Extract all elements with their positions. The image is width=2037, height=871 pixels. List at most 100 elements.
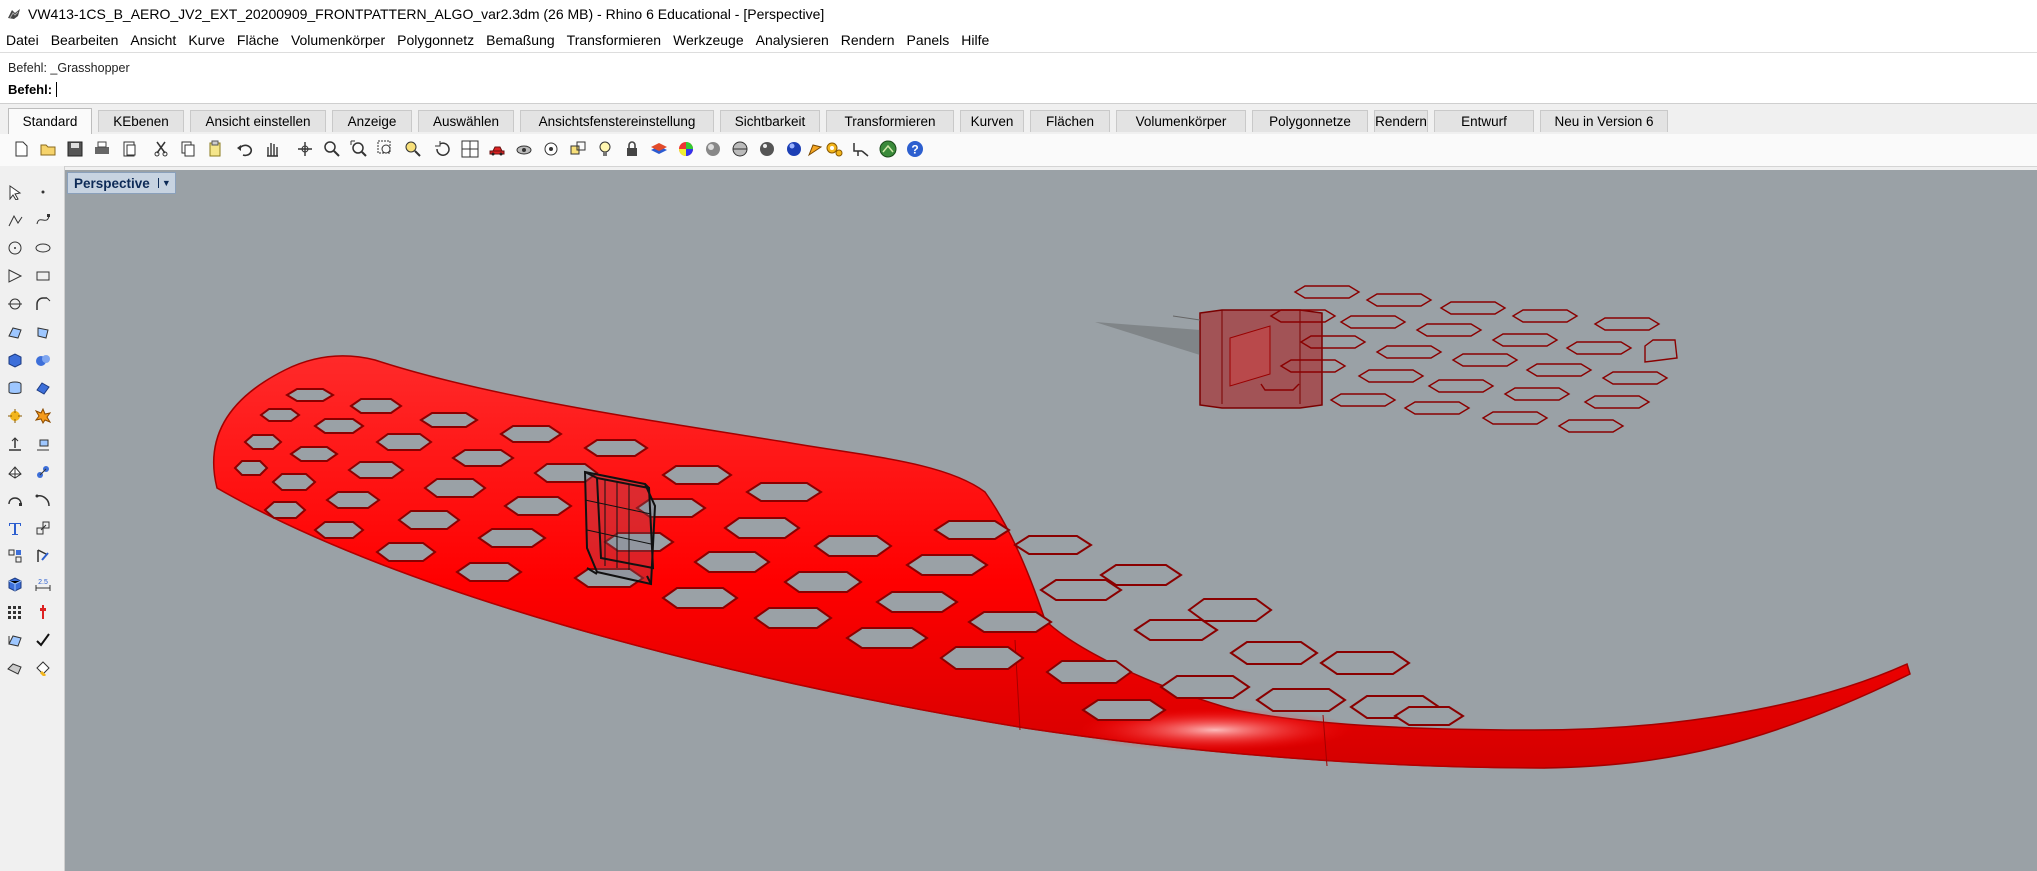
render-ball-icon[interactable]: [756, 138, 778, 160]
gumball-icon[interactable]: [32, 545, 54, 567]
menu-item-bearbeiten[interactable]: Bearbeiten: [45, 32, 125, 48]
menu-item-volumenkoerper[interactable]: Volumenkörper: [285, 32, 391, 48]
align-icon[interactable]: [32, 433, 54, 455]
menu-item-bemassung[interactable]: Bemaßung: [480, 32, 560, 48]
menu-item-panels[interactable]: Panels: [900, 32, 955, 48]
join-icon[interactable]: [850, 138, 872, 160]
menu-item-flaeche[interactable]: Fläche: [231, 32, 285, 48]
tab-entwurf[interactable]: Entwurf: [1434, 110, 1534, 132]
paint-icon[interactable]: [32, 657, 54, 679]
menu-item-datei[interactable]: Datei: [0, 32, 45, 48]
menu-item-ansicht[interactable]: Ansicht: [124, 32, 182, 48]
cplane-icon[interactable]: [32, 601, 54, 623]
tab-rendern[interactable]: Rendern: [1374, 110, 1428, 132]
tab-kurven[interactable]: Kurven: [960, 110, 1024, 132]
zoom-selected-icon[interactable]: [402, 138, 424, 160]
light-bulb-icon[interactable]: [594, 138, 616, 160]
tab-kebenen[interactable]: KEbenen: [98, 110, 184, 132]
pan-hand-icon[interactable]: [261, 138, 283, 160]
ellipse-icon[interactable]: [32, 237, 54, 259]
perspective-viewport[interactable]: Perspective ▼: [65, 170, 2037, 871]
render-shaded-icon[interactable]: [702, 138, 724, 160]
group-icon[interactable]: [4, 545, 26, 567]
save-icon[interactable]: [64, 138, 86, 160]
menu-item-rendern[interactable]: Rendern: [835, 32, 901, 48]
copy-icon[interactable]: [177, 138, 199, 160]
rectangle-icon[interactable]: [32, 265, 54, 287]
viewport-title-tab[interactable]: Perspective ▼: [67, 172, 176, 194]
block-icon[interactable]: [4, 573, 26, 595]
check-icon[interactable]: [32, 629, 54, 651]
new-file-icon[interactable]: [10, 138, 32, 160]
rotate-view-icon[interactable]: [294, 138, 316, 160]
point-icon[interactable]: [32, 181, 54, 203]
mesh-edit-icon[interactable]: [32, 461, 54, 483]
explode-icon[interactable]: [32, 405, 54, 427]
menu-item-werkzeuge[interactable]: Werkzeuge: [667, 32, 750, 48]
menu-item-polygonnetz[interactable]: Polygonnetz: [391, 32, 480, 48]
extrude-icon[interactable]: [4, 377, 26, 399]
rotate-icon[interactable]: [432, 138, 454, 160]
tab-auswaehlen[interactable]: Auswählen: [418, 110, 514, 132]
copy-to-clipboard-icon[interactable]: [118, 138, 140, 160]
render-sphere-icon[interactable]: [729, 138, 751, 160]
select-icon[interactable]: [4, 181, 26, 203]
render-blue-sphere-icon[interactable]: [783, 138, 805, 160]
car-icon[interactable]: [486, 138, 508, 160]
open-folder-icon[interactable]: [37, 138, 59, 160]
circle-icon[interactable]: [4, 237, 26, 259]
tab-standard[interactable]: Standard: [8, 108, 92, 134]
named-view-icon[interactable]: [513, 138, 535, 160]
mesh-icon[interactable]: [4, 461, 26, 483]
surface-icon[interactable]: [4, 321, 26, 343]
blend-icon[interactable]: [4, 489, 26, 511]
array-icon[interactable]: [4, 601, 26, 623]
offset-icon[interactable]: [32, 293, 54, 315]
layer-icon[interactable]: [648, 138, 670, 160]
tab-neu-in-version-6[interactable]: Neu in Version 6: [1540, 110, 1668, 132]
color-wheel-icon[interactable]: [675, 138, 697, 160]
transform-icon[interactable]: [4, 405, 26, 427]
move-icon[interactable]: [4, 433, 26, 455]
analyze-icon[interactable]: [4, 629, 26, 651]
boolean-icon[interactable]: [32, 349, 54, 371]
viewport-menu-chevron-icon[interactable]: ▼: [157, 178, 171, 188]
undo-icon[interactable]: [234, 138, 256, 160]
command-input[interactable]: [59, 81, 1964, 98]
paste-icon[interactable]: [204, 138, 226, 160]
zoom-icon[interactable]: [321, 138, 343, 160]
four-viewports-icon[interactable]: [459, 138, 481, 160]
gears-icon[interactable]: [823, 138, 845, 160]
text-icon[interactable]: [4, 517, 26, 539]
loft-icon[interactable]: [32, 321, 54, 343]
lock-icon[interactable]: [621, 138, 643, 160]
tab-flaechen[interactable]: Flächen: [1030, 110, 1110, 132]
tab-volumenkoerper[interactable]: Volumenkörper: [1116, 110, 1246, 132]
properties-icon[interactable]: [540, 138, 562, 160]
dimension-icon[interactable]: 2.5: [32, 573, 54, 595]
menu-item-analysieren[interactable]: Analysieren: [750, 32, 835, 48]
render-icon[interactable]: [4, 657, 26, 679]
grasshopper-icon[interactable]: [877, 138, 899, 160]
cut-icon[interactable]: [150, 138, 172, 160]
surface-edit-icon[interactable]: [32, 377, 54, 399]
translucent-red-box[interactable]: [1095, 309, 1323, 409]
box-solid-icon[interactable]: [4, 349, 26, 371]
tab-polygonnetze[interactable]: Polygonnetze: [1252, 110, 1368, 132]
tab-sichtbarkeit[interactable]: Sichtbarkeit: [720, 110, 820, 132]
menu-item-kurve[interactable]: Kurve: [182, 32, 231, 48]
print-icon[interactable]: [91, 138, 113, 160]
tab-anzeige[interactable]: Anzeige: [332, 110, 412, 132]
tab-transformieren[interactable]: Transformieren: [826, 110, 954, 132]
zoom-extents-icon[interactable]: [348, 138, 370, 160]
tab-ansicht-einstellen[interactable]: Ansicht einstellen: [190, 110, 326, 132]
wireframe-box-object[interactable]: [583, 470, 657, 586]
scale-icon[interactable]: [32, 517, 54, 539]
zoom-window-icon[interactable]: [375, 138, 397, 160]
polyline-icon[interactable]: [4, 209, 26, 231]
arc-icon[interactable]: [32, 489, 54, 511]
menu-item-hilfe[interactable]: Hilfe: [955, 32, 995, 48]
menu-item-transformieren[interactable]: Transformieren: [561, 32, 667, 48]
tab-ansichtsfenstereinstellung[interactable]: Ansichtsfenstereinstellung: [520, 110, 714, 132]
polygon-icon[interactable]: [4, 265, 26, 287]
